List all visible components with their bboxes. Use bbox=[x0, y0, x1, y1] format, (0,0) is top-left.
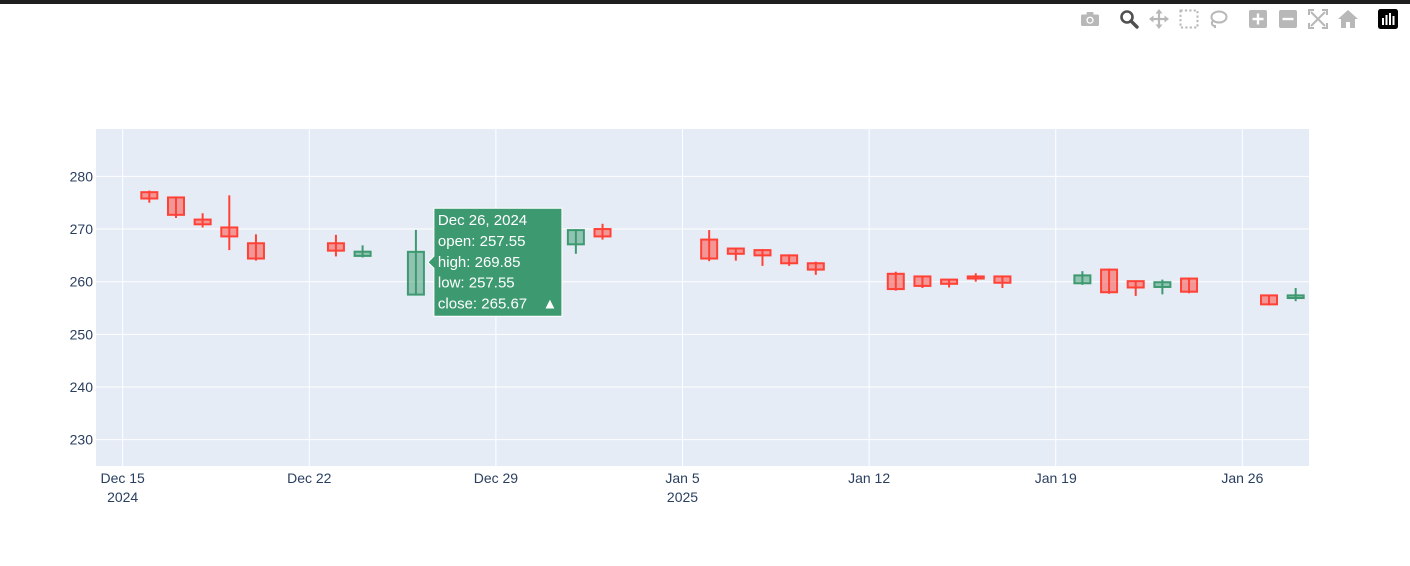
candle-body bbox=[1314, 284, 1330, 290]
candle-body bbox=[406, 250, 425, 296]
reset-axes-icon[interactable] bbox=[1338, 9, 1358, 29]
hover-tooltip: Dec 26, 2024 open: 257.55 high: 269.85 low:… bbox=[427, 207, 563, 317]
candle-body bbox=[353, 250, 372, 257]
candle-body bbox=[326, 242, 345, 252]
tooltip-line: Dec 26, 2024 bbox=[438, 212, 527, 229]
tooltip-line: high: 269.85 bbox=[438, 254, 521, 271]
candle-body bbox=[993, 275, 1012, 284]
candle-body bbox=[1126, 280, 1145, 289]
candle-body bbox=[1260, 294, 1279, 306]
plot-area[interactable] bbox=[96, 129, 1309, 466]
x-tick-label: Jan 19 bbox=[1035, 470, 1077, 486]
candle-body bbox=[566, 229, 585, 246]
candle-body bbox=[700, 238, 719, 260]
y-tick-label: 240 bbox=[70, 379, 94, 395]
candle-decreasing[interactable] bbox=[166, 196, 185, 218]
candle-body bbox=[1073, 274, 1092, 285]
x-tick-year-label: 2025 bbox=[667, 489, 698, 505]
candle-body bbox=[753, 249, 772, 257]
candlestick-chart[interactable]: 230 240 250 260 270 280 Dec 15 2024 Dec 22 Dec 2… bbox=[0, 0, 1410, 566]
x-tick-label: Jan 12 bbox=[848, 470, 890, 486]
plotly-logo-icon[interactable] bbox=[1378, 9, 1398, 29]
zoom-out-icon[interactable] bbox=[1278, 9, 1298, 29]
candle-body bbox=[1153, 281, 1172, 288]
x-tick-label: Jan 26 bbox=[1221, 470, 1263, 486]
x-tick-label: Dec 22 bbox=[287, 470, 332, 486]
x-tick-label: Dec 29 bbox=[474, 470, 519, 486]
x-axis-tick-labels: Dec 15 2024 Dec 22 Dec 29 Jan 5 2025 Jan 12 Jan… bbox=[100, 470, 1263, 505]
candle-body bbox=[940, 278, 959, 285]
candle-body bbox=[593, 228, 612, 238]
x-tick-label: Jan 5 bbox=[665, 470, 699, 486]
candle-body bbox=[806, 262, 825, 271]
camera-icon[interactable] bbox=[1080, 9, 1100, 29]
tooltip-line: close: 265.67 bbox=[438, 295, 527, 312]
candle-body bbox=[166, 196, 185, 216]
candle-body bbox=[1100, 268, 1119, 294]
candle-body bbox=[966, 275, 985, 280]
candle-body bbox=[140, 191, 159, 200]
candle-body bbox=[1341, 280, 1357, 286]
x-tick-label: Dec 15 bbox=[100, 470, 145, 486]
y-tick-label: 230 bbox=[70, 432, 94, 448]
y-tick-label: 250 bbox=[70, 326, 94, 342]
candle-increasing[interactable] bbox=[1314, 283, 1330, 296]
candle-body bbox=[726, 247, 745, 255]
autoscale-icon[interactable] bbox=[1308, 9, 1328, 29]
y-tick-label: 280 bbox=[70, 168, 94, 184]
candle-body bbox=[193, 218, 212, 226]
candle-decreasing[interactable] bbox=[1100, 268, 1119, 294]
candle-body bbox=[1286, 294, 1305, 300]
zoom-icon[interactable] bbox=[1119, 9, 1139, 29]
candle-decreasing[interactable] bbox=[1180, 277, 1199, 294]
y-tick-label: 260 bbox=[70, 274, 94, 290]
y-tick-label: 270 bbox=[70, 221, 94, 237]
candle-decreasing[interactable] bbox=[913, 275, 932, 289]
tooltip-line: low: 257.55 bbox=[438, 275, 515, 292]
zoom-in-icon[interactable] bbox=[1248, 9, 1268, 29]
lasso-select-icon[interactable] bbox=[1208, 9, 1228, 29]
candle-increasing[interactable] bbox=[1341, 279, 1357, 288]
y-axis-tick-labels: 230 240 250 260 270 280 bbox=[70, 168, 94, 447]
tooltip-line: open: 257.55 bbox=[438, 233, 526, 250]
candle-body bbox=[1180, 277, 1199, 293]
candle-body bbox=[220, 226, 239, 238]
candle-decreasing[interactable] bbox=[886, 271, 905, 291]
candle-decreasing[interactable] bbox=[780, 254, 799, 266]
box-select-icon[interactable] bbox=[1179, 9, 1199, 29]
tooltip-increasing-marker: ▲ bbox=[542, 295, 557, 312]
candle-body bbox=[780, 254, 799, 265]
candle-body bbox=[913, 275, 932, 287]
modebar bbox=[1080, 9, 1410, 29]
pan-icon[interactable] bbox=[1149, 9, 1169, 29]
x-tick-year-label: 2024 bbox=[107, 489, 138, 505]
candle-body bbox=[886, 272, 905, 291]
candle-body bbox=[246, 242, 265, 260]
candle-decreasing[interactable] bbox=[1260, 294, 1279, 306]
